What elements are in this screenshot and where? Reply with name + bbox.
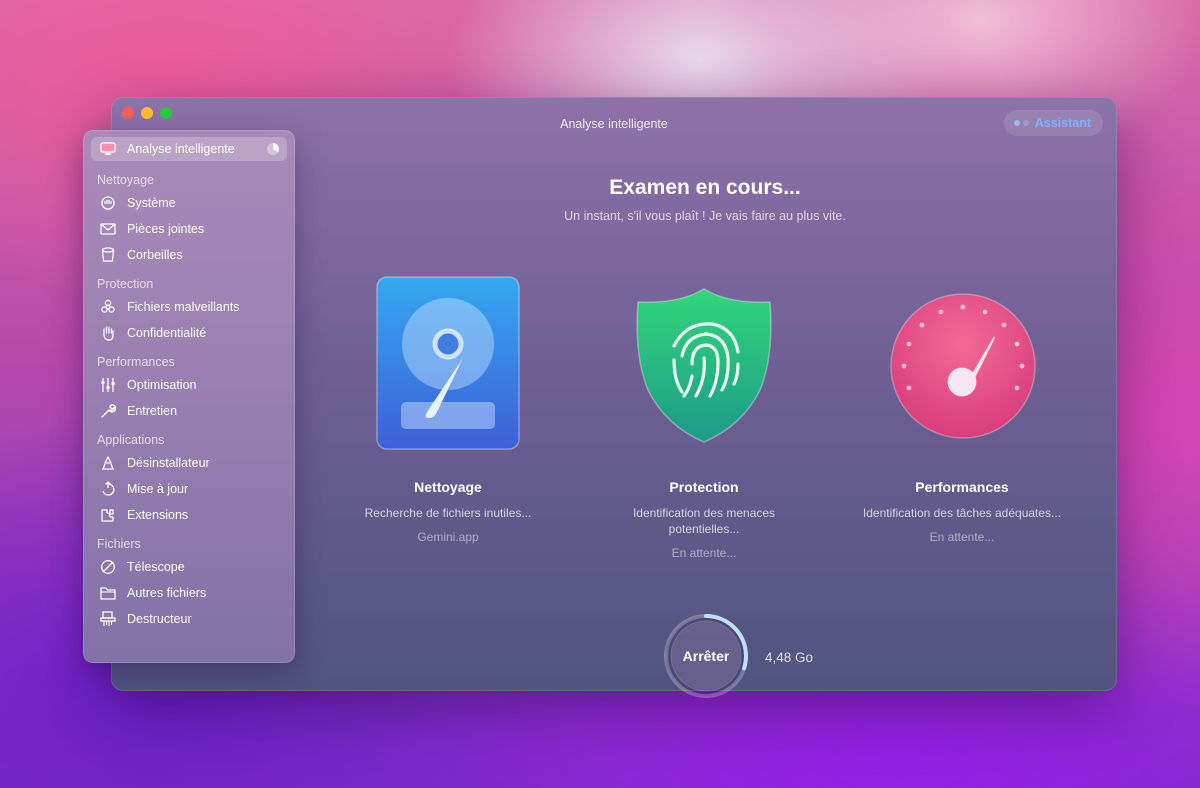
- module-cleanup-info: Nettoyage Recherche de fichiers inutiles…: [333, 479, 563, 544]
- sliders-icon: [99, 376, 117, 394]
- module-name: Protection: [669, 479, 739, 495]
- module-name: Nettoyage: [414, 479, 482, 495]
- sidebar-item-label: Confidentialité: [127, 326, 207, 340]
- sidebar-item-smart-scan[interactable]: Analyse intelligente: [91, 137, 287, 161]
- sidebar-section-applications: Applications: [97, 433, 165, 447]
- page-subtitle: Un instant, s'il vous plaît ! Je vais fa…: [564, 209, 846, 223]
- sidebar-item-label: Autres fichiers: [127, 586, 207, 600]
- module-performance[interactable]: [889, 292, 1037, 440]
- sidebar-item-extensions[interactable]: Extensions: [91, 503, 287, 527]
- sidebar-item-telescope[interactable]: Télescope: [91, 555, 287, 579]
- sidebar-item-label: Désinstallateur: [127, 456, 210, 470]
- sidebar-item-label: Destructeur: [127, 612, 192, 626]
- module-status: En attente...: [929, 530, 995, 544]
- sidebar-item-optimization[interactable]: Optimisation: [91, 373, 287, 397]
- speedometer-icon: [890, 293, 1036, 439]
- shredder-icon: [99, 610, 117, 628]
- trash-bin-icon: [99, 246, 117, 264]
- sidebar-item-label: Optimisation: [127, 378, 197, 392]
- sidebar: Analyse intelligente Nettoyage Système P…: [83, 130, 295, 663]
- sidebar-item-attachments[interactable]: Pièces jointes: [91, 217, 287, 241]
- sidebar-item-label: Extensions: [127, 508, 189, 522]
- sidebar-item-label: Système: [127, 196, 176, 210]
- assistant-dots-icon: [1013, 120, 1029, 126]
- sidebar-section-cleanup: Nettoyage: [97, 173, 154, 187]
- module-description: Identification des menaces potentielles.…: [632, 506, 776, 536]
- window-title: Analyse intelligente: [560, 117, 668, 131]
- stop-button[interactable]: Arrêter: [662, 612, 750, 700]
- module-cleanup[interactable]: [375, 276, 521, 450]
- module-protection-info: Protection Identification des menaces po…: [589, 479, 819, 560]
- module-protection[interactable]: [634, 286, 774, 444]
- sidebar-item-label: Entretien: [127, 404, 178, 418]
- scan-progress-pie-icon: [267, 143, 279, 155]
- sidebar-item-label: Corbeilles: [127, 248, 183, 262]
- module-status: En attente...: [671, 546, 737, 560]
- module-status: Gemini.app: [417, 530, 479, 544]
- sidebar-item-label: Pièces jointes: [127, 222, 205, 236]
- envelope-icon: [99, 220, 117, 238]
- sidebar-item-label: Mise à jour: [127, 482, 189, 496]
- module-name: Performances: [915, 479, 1009, 495]
- sidebar-item-trash-bins[interactable]: Corbeilles: [91, 243, 287, 267]
- sidebar-item-label: Télescope: [127, 560, 185, 574]
- wrench-icon: [99, 402, 117, 420]
- sidebar-section-files: Fichiers: [97, 537, 141, 551]
- sidebar-item-other-files[interactable]: Autres fichiers: [91, 581, 287, 605]
- extensions-icon: [99, 506, 117, 524]
- sidebar-item-system[interactable]: Système: [91, 191, 287, 215]
- hard-drive-icon: [376, 276, 520, 450]
- module-description: Identification des tâches adéquates...: [862, 506, 1062, 520]
- sidebar-item-uninstaller[interactable]: Désinstallateur: [91, 451, 287, 475]
- sidebar-item-label: Analyse intelligente: [127, 142, 235, 156]
- assistant-button[interactable]: Assistant: [1003, 110, 1103, 136]
- page-title: Examen en cours...: [609, 176, 801, 199]
- telescope-icon: [99, 558, 117, 576]
- raised-hand-icon: [99, 324, 117, 342]
- sidebar-item-shredder[interactable]: Destructeur: [91, 607, 287, 631]
- module-performance-info: Performances Identification des tâches a…: [847, 479, 1077, 544]
- sidebar-item-updater[interactable]: Mise à jour: [91, 477, 287, 501]
- hand-icon: [99, 194, 117, 212]
- folder-icon: [99, 584, 117, 602]
- sidebar-item-maintenance[interactable]: Entretien: [91, 399, 287, 423]
- sidebar-item-privacy[interactable]: Confidentialité: [91, 321, 287, 345]
- scanned-size: 4,48 Go: [765, 650, 814, 665]
- sidebar-section-performance: Performances: [97, 355, 175, 369]
- stop-button-label: Arrêter: [682, 648, 730, 664]
- sidebar-section-protection: Protection: [97, 277, 154, 291]
- module-description: Recherche de fichiers inutiles...: [364, 506, 532, 520]
- monitor-icon: [99, 140, 117, 158]
- fingerprint-shield-icon: [636, 288, 772, 443]
- biohazard-icon: [99, 298, 117, 316]
- uninstaller-icon: [99, 454, 117, 472]
- sidebar-item-malware[interactable]: Fichiers malveillants: [91, 295, 287, 319]
- sidebar-item-label: Fichiers malveillants: [127, 300, 240, 314]
- update-arrow-icon: [99, 480, 117, 498]
- assistant-label: Assistant: [1034, 116, 1091, 130]
